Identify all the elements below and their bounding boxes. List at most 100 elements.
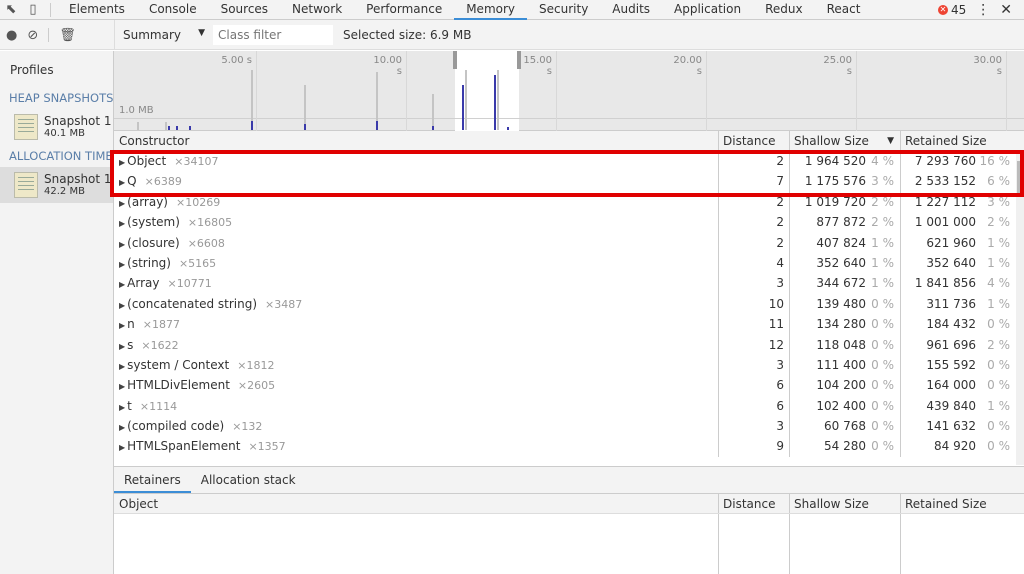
inspect-element-icon[interactable]: ⬉ xyxy=(0,2,22,17)
tab-allocation-stack[interactable]: Allocation stack xyxy=(191,467,306,493)
retained-size-cell: 352 640 1 % xyxy=(926,255,1010,270)
allocation-bar xyxy=(465,70,467,130)
shallow-size-cell: 134 280 0 % xyxy=(790,314,901,335)
constructor-cell: ▶ Object ×34107 xyxy=(114,151,719,172)
clear-icon[interactable]: ⊘ xyxy=(27,28,38,43)
divider xyxy=(50,2,51,17)
expand-triangle-icon[interactable]: ▶ xyxy=(119,158,125,167)
header-retained-size[interactable]: Retained Size xyxy=(901,494,1024,513)
heap-snapshot-item[interactable]: Snapshot 1 40.1 MB xyxy=(0,109,113,145)
header-distance[interactable]: Distance xyxy=(719,494,790,513)
table-row[interactable]: ▶ (string) ×5165 4 352 640 1 % 352 640 1 % xyxy=(114,252,1024,274)
distance-cell: 3 xyxy=(719,354,790,376)
allocation-bar xyxy=(507,127,509,130)
header-object[interactable]: Object xyxy=(114,494,719,513)
scrollbar-thumb[interactable] xyxy=(1017,161,1023,193)
expand-triangle-icon[interactable]: ▶ xyxy=(119,423,125,432)
table-row[interactable]: ▶ HTMLDivElement ×2605 6 104 200 0 % 164 00… xyxy=(114,375,1024,396)
table-row[interactable]: ▶ (system) ×16805 2 877 872 2 % 1 001 000 2 … xyxy=(114,212,1024,233)
expand-triangle-icon[interactable]: ▶ xyxy=(119,403,125,412)
table-row[interactable]: ▶ (closure) ×6608 2 407 824 1 % 621 960 1 % xyxy=(114,232,1024,253)
table-row[interactable]: ▶ s ×1622 12 118 048 0 % 961 696 2 % xyxy=(114,334,1024,355)
table-row[interactable]: ▶ (concatenated string) ×3487 10 139 480 0 … xyxy=(114,293,1024,315)
header-distance[interactable]: Distance xyxy=(719,131,790,150)
expand-triangle-icon[interactable]: ▶ xyxy=(119,362,125,371)
time-gridline xyxy=(856,51,857,131)
tab-redux[interactable]: Redux xyxy=(753,0,815,20)
tab-application[interactable]: Application xyxy=(662,0,753,20)
allocation-snapshot-item[interactable]: Snapshot 1 42.2 MB xyxy=(0,167,113,203)
tab-sources[interactable]: Sources xyxy=(209,0,280,20)
table-row[interactable]: ▶ Q ×6389 7 1 175 576 3 % 2 533 152 6 % xyxy=(114,171,1024,192)
table-row[interactable]: ▶ t ×1114 6 102 400 0 % 439 840 1 % xyxy=(114,395,1024,417)
table-row[interactable]: ▶ (compiled code) ×132 3 60 768 0 % 141 632… xyxy=(114,416,1024,437)
tab-performance[interactable]: Performance xyxy=(354,0,454,20)
table-row[interactable]: ▶ Object ×34107 2 1 964 520 4 % 7 293 760 16… xyxy=(114,151,1024,172)
tab-react[interactable]: React xyxy=(815,0,873,20)
expand-triangle-icon[interactable]: ▶ xyxy=(119,260,125,269)
header-shallow-size[interactable]: Shallow Size ▼ xyxy=(790,131,901,150)
selection-left-handle[interactable] xyxy=(453,51,457,69)
expand-triangle-icon[interactable]: ▶ xyxy=(119,240,125,249)
table-row[interactable]: ▶ n ×1877 11 134 280 0 % 184 432 0 % xyxy=(114,314,1024,335)
snapshot-icon xyxy=(14,114,38,140)
table-row[interactable]: ▶ system / Context ×1812 3 111 400 0 % 155 … xyxy=(114,354,1024,376)
allocation-bar xyxy=(189,126,191,130)
expand-triangle-icon[interactable]: ▶ xyxy=(119,342,125,351)
tab-audits[interactable]: Audits xyxy=(600,0,662,20)
instance-count: ×6608 xyxy=(187,236,225,250)
close-icon[interactable]: ✕ xyxy=(1000,2,1012,18)
expand-triangle-icon[interactable]: ▶ xyxy=(119,199,125,208)
retained-size-cell: 184 432 0 % xyxy=(926,317,1010,332)
profiles-sidebar: Profiles HEAP SNAPSHOTS Snapshot 1 40.1 M… xyxy=(0,51,114,574)
tab-network[interactable]: Network xyxy=(280,0,354,20)
device-toggle-icon[interactable]: ▯ xyxy=(22,2,44,17)
shallow-size-cell: 118 048 0 % xyxy=(790,334,901,355)
header-constructor[interactable]: Constructor xyxy=(114,131,719,150)
tab-console[interactable]: Console xyxy=(137,0,209,20)
divider xyxy=(48,28,50,42)
class-filter-input[interactable] xyxy=(213,25,333,45)
allocation-bar xyxy=(176,126,178,130)
tab-memory[interactable]: Memory xyxy=(454,0,528,20)
error-counter[interactable]: ✕ 45 xyxy=(937,3,966,17)
time-tick-label: 25.00 s xyxy=(823,55,852,77)
allocation-bar xyxy=(497,70,499,130)
distance-cell: 2 xyxy=(719,212,790,233)
tab-retainers[interactable]: Retainers xyxy=(114,467,191,493)
expand-triangle-icon[interactable]: ▶ xyxy=(119,178,125,187)
distance-cell: 4 xyxy=(719,252,790,274)
header-shallow-size[interactable]: Shallow Size xyxy=(790,494,901,513)
time-gridline xyxy=(406,51,407,131)
expand-triangle-icon[interactable]: ▶ xyxy=(119,443,125,452)
expand-triangle-icon[interactable]: ▶ xyxy=(119,382,125,391)
allocation-bar xyxy=(432,94,434,130)
expand-triangle-icon[interactable]: ▶ xyxy=(119,301,125,310)
more-options-icon[interactable]: ⋮ xyxy=(976,2,990,18)
expand-triangle-icon[interactable]: ▶ xyxy=(119,219,125,228)
instance-count: ×10771 xyxy=(167,277,212,291)
table-row[interactable]: ▶ HTMLSpanElement ×1357 9 54 280 0 % 84 920… xyxy=(114,436,1024,457)
expand-triangle-icon[interactable]: ▶ xyxy=(119,321,125,330)
tab-elements[interactable]: Elements xyxy=(57,0,137,20)
table-row[interactable]: ▶ Array ×10771 3 344 672 1 % 1 841 856 4 % xyxy=(114,273,1024,294)
record-icon[interactable]: ● xyxy=(6,28,17,43)
view-select[interactable]: Summary ▼ xyxy=(115,28,213,42)
retained-size-cell: 1 227 112 3 % xyxy=(914,194,1010,209)
header-retained-size[interactable]: Retained Size xyxy=(901,131,1024,150)
trash-icon[interactable]: 🗑 xyxy=(59,28,76,43)
allocation-bar xyxy=(304,124,306,130)
constructor-cell: ▶ (compiled code) ×132 xyxy=(114,416,719,437)
table-row[interactable]: ▶ (array) ×10269 2 1 019 720 2 % 1 227 112 3… xyxy=(114,191,1024,213)
expand-triangle-icon[interactable]: ▶ xyxy=(119,280,125,289)
grid-scrollbar[interactable] xyxy=(1016,151,1024,465)
allocation-timeline-overview[interactable]: 1.0 MB 5.00 s 10.00 s 15.00 s 20.00 s 25.00 … xyxy=(114,51,1024,131)
retained-size-cell: 621 960 1 % xyxy=(926,235,1010,250)
distance-cell: 6 xyxy=(719,395,790,417)
constructor-cell: ▶ system / Context ×1812 xyxy=(114,354,719,376)
tab-security[interactable]: Security xyxy=(527,0,600,20)
constructor-cell: ▶ n ×1877 xyxy=(114,314,719,335)
grid-header: Constructor Distance Shallow Size ▼ Retai… xyxy=(114,131,1024,151)
retainers-panel: Retainers Allocation stack Object Distan… xyxy=(114,466,1024,574)
time-gridline xyxy=(706,51,707,131)
